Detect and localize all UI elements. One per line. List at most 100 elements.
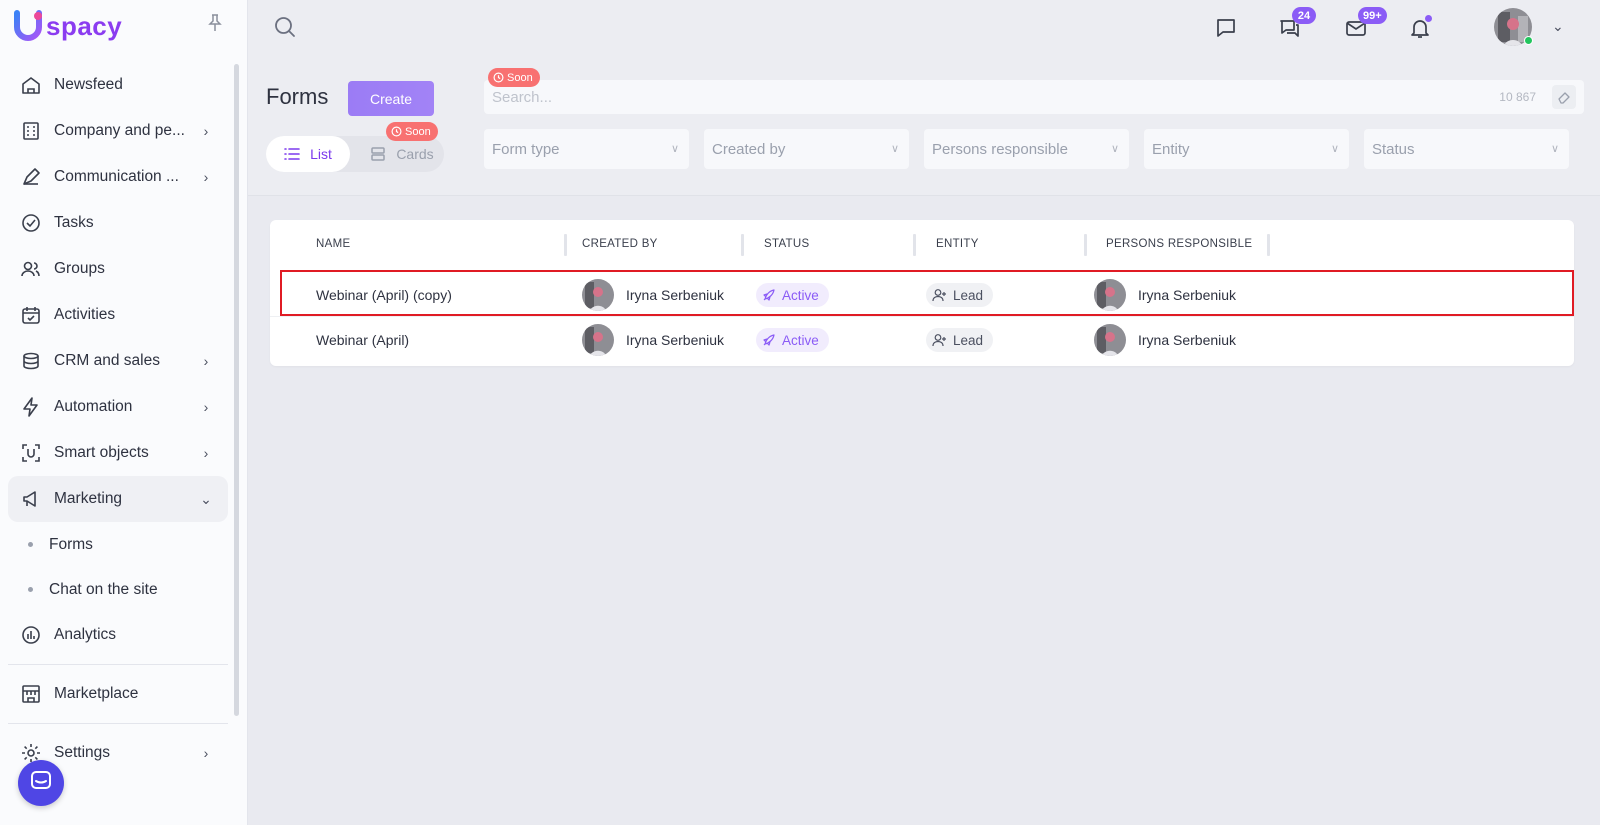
sidebar-item-company[interactable]: Company and pe... ›	[8, 108, 228, 154]
avatar	[582, 279, 614, 311]
chevron-right-icon: ›	[203, 353, 209, 369]
form-name[interactable]: Webinar (April) (copy)	[316, 272, 452, 318]
search-input[interactable]: Search... 10 867	[484, 80, 1584, 114]
avatar	[582, 324, 614, 356]
chevron-down-icon[interactable]: ⌄	[1552, 18, 1564, 35]
chevron-down-icon: ∨	[1330, 143, 1339, 155]
notification-dot	[1425, 15, 1432, 22]
form-name[interactable]: Webinar (April)	[316, 317, 409, 363]
sidebar-item-label: Company and pe...	[54, 122, 185, 139]
sidebar-item-marketplace[interactable]: Marketplace	[8, 671, 228, 717]
chevron-right-icon: ›	[203, 123, 209, 139]
chevron-down-icon: ∨	[1550, 143, 1559, 155]
column-header-name[interactable]: NAME	[316, 238, 350, 250]
sidebar-item-label: Marketplace	[54, 685, 139, 702]
view-list-button[interactable]: List	[266, 136, 350, 172]
filter-entity[interactable]: Entity ∨	[1144, 129, 1349, 169]
filter-persons-responsible[interactable]: Persons responsible ∨	[924, 129, 1129, 169]
column-header-entity[interactable]: ENTITY	[936, 238, 979, 250]
chevron-right-icon: ›	[203, 445, 209, 461]
filter-label: Entity	[1152, 141, 1190, 158]
sidebar-item-label: Groups	[54, 260, 105, 277]
sidebar-item-communication[interactable]: Communication ... ›	[8, 154, 228, 200]
sidebar-item-label: Marketing	[54, 490, 123, 507]
entity-cell: Lead	[926, 317, 994, 363]
chevron-right-icon: ›	[203, 399, 209, 415]
chat-count-badge: 24	[1292, 7, 1316, 24]
sidebar-item-smart-objects[interactable]: Smart objects ›	[8, 430, 228, 476]
column-header-status[interactable]: STATUS	[764, 238, 809, 250]
mail-count-badge: 99+	[1358, 7, 1387, 24]
chats-icon[interactable]: 24	[1276, 7, 1316, 42]
sidebar-subitem-forms[interactable]: Forms	[8, 522, 228, 567]
created-by-cell: Iryna Serbeniuk	[582, 272, 724, 318]
sidebar-item-crm[interactable]: CRM and sales ›	[8, 338, 228, 384]
table-row[interactable]: Webinar (April) (copy) Iryna Serbeniuk A…	[280, 270, 1574, 316]
mail-icon[interactable]: 99+	[1342, 7, 1387, 42]
column-header-persons-responsible[interactable]: PERSONS RESPONSIBLE	[1106, 238, 1252, 250]
search-result-count: 10 867	[1499, 90, 1536, 104]
pin-icon[interactable]	[208, 14, 222, 37]
column-resize-handle[interactable]	[913, 234, 916, 256]
sidebar-item-label: Analytics	[54, 626, 117, 643]
sidebar-item-label: Automation	[54, 398, 133, 415]
search-placeholder: Search...	[492, 89, 553, 106]
sidebar: spacy Newsfeed Company and pe... › Commu…	[0, 0, 248, 825]
view-toggle: List Cards	[266, 136, 444, 172]
soon-label: Soon	[507, 71, 533, 84]
chevron-down-icon: ∨	[890, 143, 899, 155]
column-resize-handle[interactable]	[1267, 234, 1270, 256]
view-cards-button[interactable]: Cards	[362, 136, 442, 172]
coins-icon	[20, 350, 42, 372]
calendar-icon	[20, 304, 42, 326]
search-icon[interactable]	[274, 16, 296, 43]
app-logo[interactable]: spacy	[14, 10, 122, 42]
sidebar-scrollbar[interactable]	[234, 64, 239, 716]
message-icon[interactable]	[1212, 14, 1240, 42]
topbar: 24 99+ ⌄	[248, 0, 1600, 56]
sidebar-subitem-chat[interactable]: Chat on the site	[8, 567, 228, 612]
divider	[8, 723, 228, 724]
rocket-icon	[762, 288, 776, 302]
sidebar-item-analytics[interactable]: Analytics	[8, 612, 228, 658]
sidebar-item-activities[interactable]: Activities	[8, 292, 228, 338]
create-button[interactable]: Create	[348, 81, 434, 116]
support-chat-button[interactable]	[18, 760, 64, 806]
sidebar-item-automation[interactable]: Automation ›	[8, 384, 228, 430]
column-resize-handle[interactable]	[741, 234, 744, 256]
column-resize-handle[interactable]	[564, 234, 567, 256]
filter-created-by[interactable]: Created by ∨	[704, 129, 909, 169]
column-resize-handle[interactable]	[1084, 234, 1087, 256]
bullet-dot	[28, 587, 33, 592]
entity-badge: Lead	[926, 283, 994, 307]
page-header: Forms Create List Cards Soon Search... 1…	[248, 56, 1600, 196]
soon-badge: Soon	[488, 68, 540, 87]
sidebar-item-newsfeed[interactable]: Newsfeed	[8, 62, 228, 108]
filter-form-type[interactable]: Form type ∨	[484, 129, 689, 169]
responsible-name: Iryna Serbeniuk	[1138, 332, 1237, 348]
clock-icon	[493, 72, 504, 83]
sidebar-item-tasks[interactable]: Tasks	[8, 200, 228, 246]
status-badge: Active	[756, 328, 829, 352]
bell-icon[interactable]	[1406, 14, 1434, 42]
user-plus-icon	[932, 333, 947, 347]
soon-label: Soon	[405, 125, 431, 138]
page-title: Forms	[266, 84, 329, 109]
eraser-icon[interactable]	[1552, 85, 1576, 109]
table-row[interactable]: Webinar (April) Iryna Serbeniuk Active L…	[270, 316, 1574, 362]
chevron-down-icon: ⌄	[200, 490, 212, 507]
responsible-name: Iryna Serbeniuk	[1138, 287, 1237, 303]
column-header-created-by[interactable]: CREATED BY	[582, 238, 658, 250]
divider	[8, 664, 228, 665]
sidebar-item-marketing[interactable]: Marketing ⌄	[8, 476, 228, 522]
chart-icon	[20, 624, 42, 646]
logo-mark	[14, 10, 44, 42]
building-icon	[20, 120, 42, 142]
scan-icon	[20, 442, 42, 464]
online-status-dot	[1524, 36, 1533, 45]
sidebar-item-groups[interactable]: Groups	[8, 246, 228, 292]
responsible-cell: Iryna Serbeniuk	[1094, 272, 1236, 318]
created-by-cell: Iryna Serbeniuk	[582, 317, 724, 363]
filter-label: Status	[1372, 141, 1415, 158]
filter-status[interactable]: Status ∨	[1364, 129, 1569, 169]
